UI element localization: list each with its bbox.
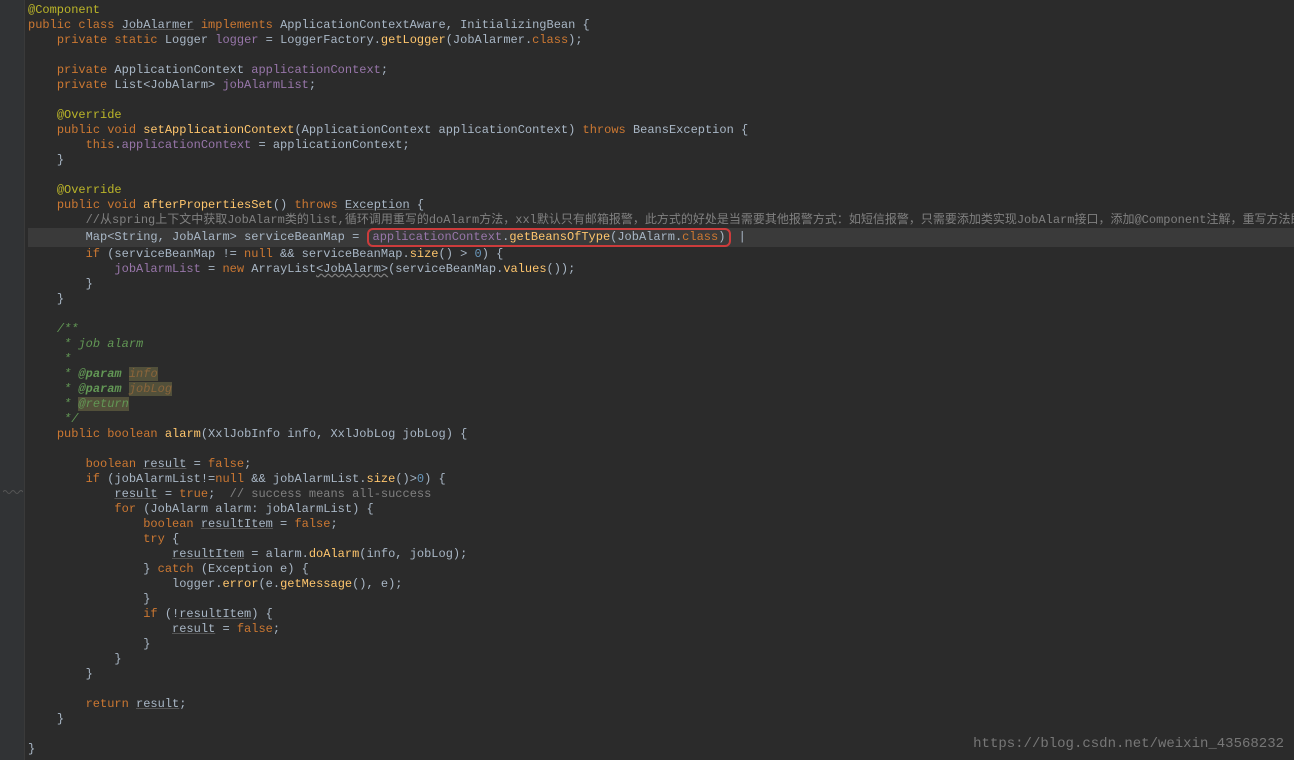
- code-line: [28, 442, 1294, 457]
- code-line: this.applicationContext = applicationCon…: [28, 138, 1294, 153]
- code-line: }: [28, 667, 1294, 682]
- code-line: private List<JobAlarm> jobAlarmList;: [28, 78, 1294, 93]
- code-line: */: [28, 412, 1294, 427]
- code-line: for (JobAlarm alarm: jobAlarmList) {: [28, 502, 1294, 517]
- code-line: result = true; // success means all-succ…: [28, 487, 1294, 502]
- code-line: @Override: [28, 108, 1294, 123]
- gutter: [0, 0, 25, 760]
- code-line: [28, 307, 1294, 322]
- code-line: [28, 48, 1294, 63]
- code-line: }: [28, 277, 1294, 292]
- code-line: }: [28, 637, 1294, 652]
- code-line: } catch (Exception e) {: [28, 562, 1294, 577]
- code-line-highlighted: Map<String, JobAlarm> serviceBeanMap = a…: [28, 228, 1294, 247]
- code-line: resultItem = alarm.doAlarm(info, jobLog)…: [28, 547, 1294, 562]
- watermark: https://blog.csdn.net/weixin_43568232: [973, 737, 1284, 752]
- code-line: @Component: [28, 3, 1294, 18]
- code-line: return result;: [28, 697, 1294, 712]
- code-line: public void afterPropertiesSet() throws …: [28, 198, 1294, 213]
- code-line: //从spring上下文中获取JobAlarm类的list,循环调用重写的doA…: [28, 213, 1294, 228]
- code-line: boolean resultItem = false;: [28, 517, 1294, 532]
- code-line: [28, 168, 1294, 183]
- code-line: * @param jobLog: [28, 382, 1294, 397]
- code-editor[interactable]: @Component public class JobAlarmer imple…: [0, 0, 1294, 757]
- code-line: if (jobAlarmList!=null && jobAlarmList.s…: [28, 472, 1294, 487]
- code-line: public class JobAlarmer implements Appli…: [28, 18, 1294, 33]
- code-line: boolean result = false;: [28, 457, 1294, 472]
- page-break-indicator: [3, 489, 23, 497]
- code-line: logger.error(e.getMessage(), e);: [28, 577, 1294, 592]
- code-line: result = false;: [28, 622, 1294, 637]
- code-line: @Override: [28, 183, 1294, 198]
- code-line: *: [28, 352, 1294, 367]
- code-line: }: [28, 712, 1294, 727]
- code-line: private static Logger logger = LoggerFac…: [28, 33, 1294, 48]
- code-line: [28, 93, 1294, 108]
- code-line: /**: [28, 322, 1294, 337]
- code-line: private ApplicationContext applicationCo…: [28, 63, 1294, 78]
- code-line: * @param info: [28, 367, 1294, 382]
- code-line: jobAlarmList = new ArrayList<JobAlarm>(s…: [28, 262, 1294, 277]
- code-line: }: [28, 592, 1294, 607]
- highlight-box: applicationContext.getBeansOfType(JobAla…: [367, 228, 732, 247]
- code-line: }: [28, 652, 1294, 667]
- code-line: * job alarm: [28, 337, 1294, 352]
- code-line: * @return: [28, 397, 1294, 412]
- code-line: if (serviceBeanMap != null && serviceBea…: [28, 247, 1294, 262]
- code-line: }: [28, 153, 1294, 168]
- code-line: try {: [28, 532, 1294, 547]
- code-line: public void setApplicationContext(Applic…: [28, 123, 1294, 138]
- code-line: public boolean alarm(XxlJobInfo info, Xx…: [28, 427, 1294, 442]
- code-line: }: [28, 292, 1294, 307]
- code-line: [28, 682, 1294, 697]
- code-line: if (!resultItem) {: [28, 607, 1294, 622]
